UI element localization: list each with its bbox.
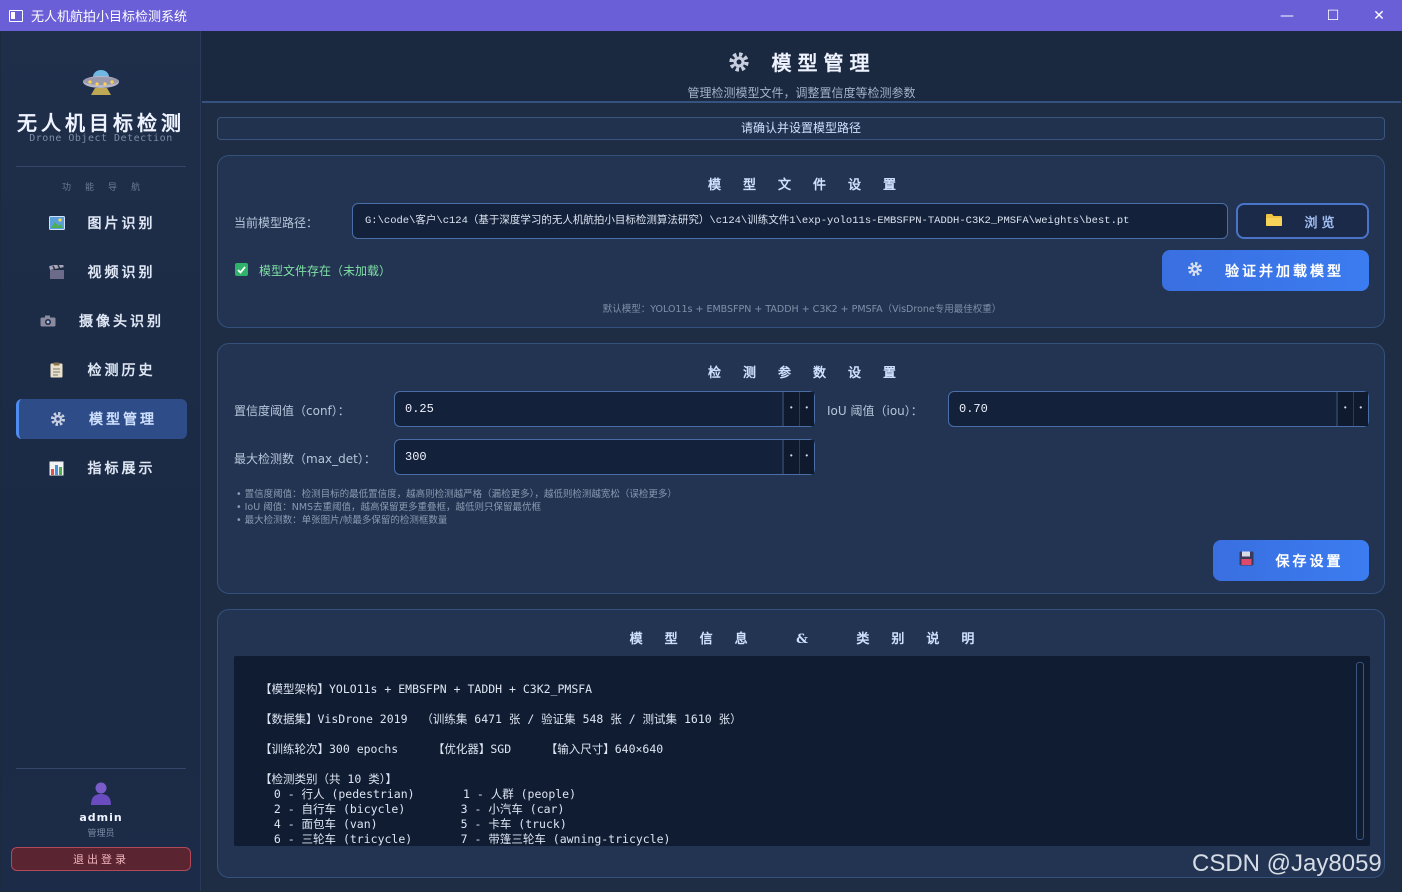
iou-stepper[interactable]: • • [1336,392,1368,426]
iou-label: IoU 阈值（iou）： [827,404,923,418]
maxdet-spinbox[interactable]: 300 • • [394,439,815,475]
maxdet-label: 最大检测数（max_det）： [234,452,376,466]
folder-icon [1266,213,1283,230]
close-button[interactable]: ✕ [1356,0,1402,31]
page-title: 模型管理 [202,47,1401,78]
floppy-disk-icon [1239,551,1254,570]
model-path-input[interactable]: G:\code\客户\c124（基于深度学习的无人机航拍小目标检测算法研究）\c… [352,203,1228,239]
load-model-button-label: 验证并加载模型 [1225,263,1344,280]
clipboard-icon [48,361,66,379]
page-title-text: 模型管理 [771,51,876,75]
stepper-down-arrow[interactable]: • [783,440,799,474]
note-line: • 最大检测数：单张图片/帧最多保留的检测框数量 [236,515,448,526]
ufo-logo-icon [83,70,119,95]
camera-icon [39,312,57,330]
divider [16,166,186,167]
main-content: 模型管理 管理检测模型文件，调整置信度等检测参数 请确认并设置模型路径 模型文件… [202,31,1401,891]
model-path-label: 当前模型路径： [234,216,319,230]
page-header: 模型管理 管理检测模型文件，调整置信度等检测参数 [202,31,1401,103]
conf-stepper[interactable]: • • [782,392,814,426]
sidebar-item-label: 图片识别 [87,216,156,232]
maxdet-value: 300 [405,450,427,464]
panel-title: 检测参数设置 [707,366,918,381]
brand-title: 无人机目标检测 [17,111,185,135]
model-exists-checkbox[interactable] [235,263,248,276]
stepper-up-arrow[interactable]: • [1352,392,1368,426]
sidebar-item-camera-recognition[interactable]: 摄像头识别 [16,301,187,341]
model-info-textbox[interactable]: 【模型架构】YOLO11s + EMBSFPN + TADDH + C3K2_P… [234,656,1370,846]
window-controls: — ☐ ✕ [1264,0,1402,31]
class-row: 2 - 自行车 (bicycle) 3 - 小汽车 (car) [260,802,565,816]
info-dataset: 【数据集】VisDrone 2019 （训练集 6471 张 / 验证集 548… [260,712,742,726]
class-row: 6 - 三轮车 (tricycle) 7 - 带篷三轮车 (awning-tri… [260,832,671,846]
conf-spinbox[interactable]: 0.25 • • [394,391,815,427]
scrollbar[interactable] [1356,662,1364,840]
bar-chart-icon [48,459,66,477]
sidebar-item-image-recognition[interactable]: 图片识别 [16,203,187,243]
class-row: 0 - 行人 (pedestrian) 1 - 人群 (people) [260,787,577,801]
save-settings-button[interactable]: 保存设置 [1213,540,1369,581]
sidebar-item-detection-history[interactable]: 检测历史 [16,350,187,390]
load-model-button[interactable]: 验证并加载模型 [1162,250,1369,291]
sidebar-item-label: 视频识别 [87,265,156,281]
model-info-panel: 模型信息 & 类别说明 【模型架构】YOLO11s + EMBSFPN + TA… [217,609,1385,878]
user-name: admin [79,811,123,824]
watermark: CSDN @Jay8059 [1192,850,1382,877]
gear-icon [49,410,67,428]
status-banner: 请确认并设置模型路径 [217,117,1385,140]
logout-button[interactable]: 退出登录 [11,847,191,871]
panel-title: 模型信息 & 类别说明 [629,632,997,647]
info-training: 【训练轮次】300 epochs 【优化器】SGD 【输入尺寸】640×640 [260,742,664,756]
default-model-hint: 默认模型：YOLO11s + EMBSFPN + TADDH + C3K2 + … [602,304,1002,315]
param-notes: • 置信度阈值：检测目标的最低置信度，越高则检测越严格（漏检更多），越低则检测越… [236,488,677,527]
page-subtitle: 管理检测模型文件，调整置信度等检测参数 [687,86,916,100]
conf-value: 0.25 [405,402,434,416]
stepper-up-arrow[interactable]: • [798,392,814,426]
sidebar-item-label: 指标展示 [87,461,156,477]
save-settings-label: 保存设置 [1275,553,1344,570]
sidebar-item-metrics[interactable]: 指标展示 [16,448,187,488]
sidebar-item-model-management[interactable]: 模型管理 [16,399,187,439]
model-file-panel: 模型文件设置 当前模型路径： G:\code\客户\c124（基于深度学习的无人… [217,155,1385,328]
iou-spinbox[interactable]: 0.70 • • [948,391,1369,427]
maxdet-stepper[interactable]: • • [782,440,814,474]
gear-icon [728,51,750,78]
image-icon [48,214,66,232]
sidebar: 无人机目标检测 Drone Object Detection 功能导航 图片识别… [1,31,201,891]
brand-subtitle: Drone Object Detection [29,133,173,144]
app-icon [9,9,23,22]
panel-title: 模型文件设置 [707,178,918,193]
clapperboard-icon [48,263,66,281]
stepper-down-arrow[interactable]: • [783,392,799,426]
stepper-down-arrow[interactable]: • [1337,392,1353,426]
model-status-text: 模型文件存在（未加载） [259,264,392,278]
stepper-up-arrow[interactable]: • [798,440,814,474]
browse-button-label: 浏览 [1304,215,1339,231]
note-line: • 置信度阈值：检测目标的最低置信度，越高则检测越严格（漏检更多），越低则检测越… [236,489,677,500]
window-title: 无人机航拍小目标检测系统 [31,10,188,25]
divider [16,768,186,769]
gear-icon [1187,261,1203,281]
conf-label: 置信度阈值（conf）： [234,404,350,418]
minimize-button[interactable]: — [1264,0,1310,31]
sidebar-item-video-recognition[interactable]: 视频识别 [16,252,187,292]
browse-button[interactable]: 浏览 [1236,203,1369,239]
iou-value: 0.70 [959,402,988,416]
window-titlebar: 无人机航拍小目标检测系统 — ☐ ✕ [0,0,1402,31]
note-line: • IoU 阈值：NMS去重阈值，越高保留更多重叠框，越低则只保留最优框 [236,502,542,513]
maximize-button[interactable]: ☐ [1310,0,1356,31]
sidebar-item-label: 摄像头识别 [79,314,164,330]
nav-caption: 功能导航 [61,183,154,193]
info-classes-header: 【检测类别（共 10 类）】 [260,772,397,786]
info-architecture: 【模型架构】YOLO11s + EMBSFPN + TADDH + C3K2_P… [260,682,593,696]
class-row: 4 - 面包车 (van) 5 - 卡车 (truck) [260,817,567,831]
user-role: 管理员 [87,829,115,839]
sidebar-item-label: 检测历史 [87,363,156,379]
avatar [91,782,111,805]
detection-params-panel: 检测参数设置 置信度阈值（conf）： 0.25 • • IoU 阈值（iou）：… [217,343,1385,594]
sidebar-item-label: 模型管理 [89,412,157,428]
